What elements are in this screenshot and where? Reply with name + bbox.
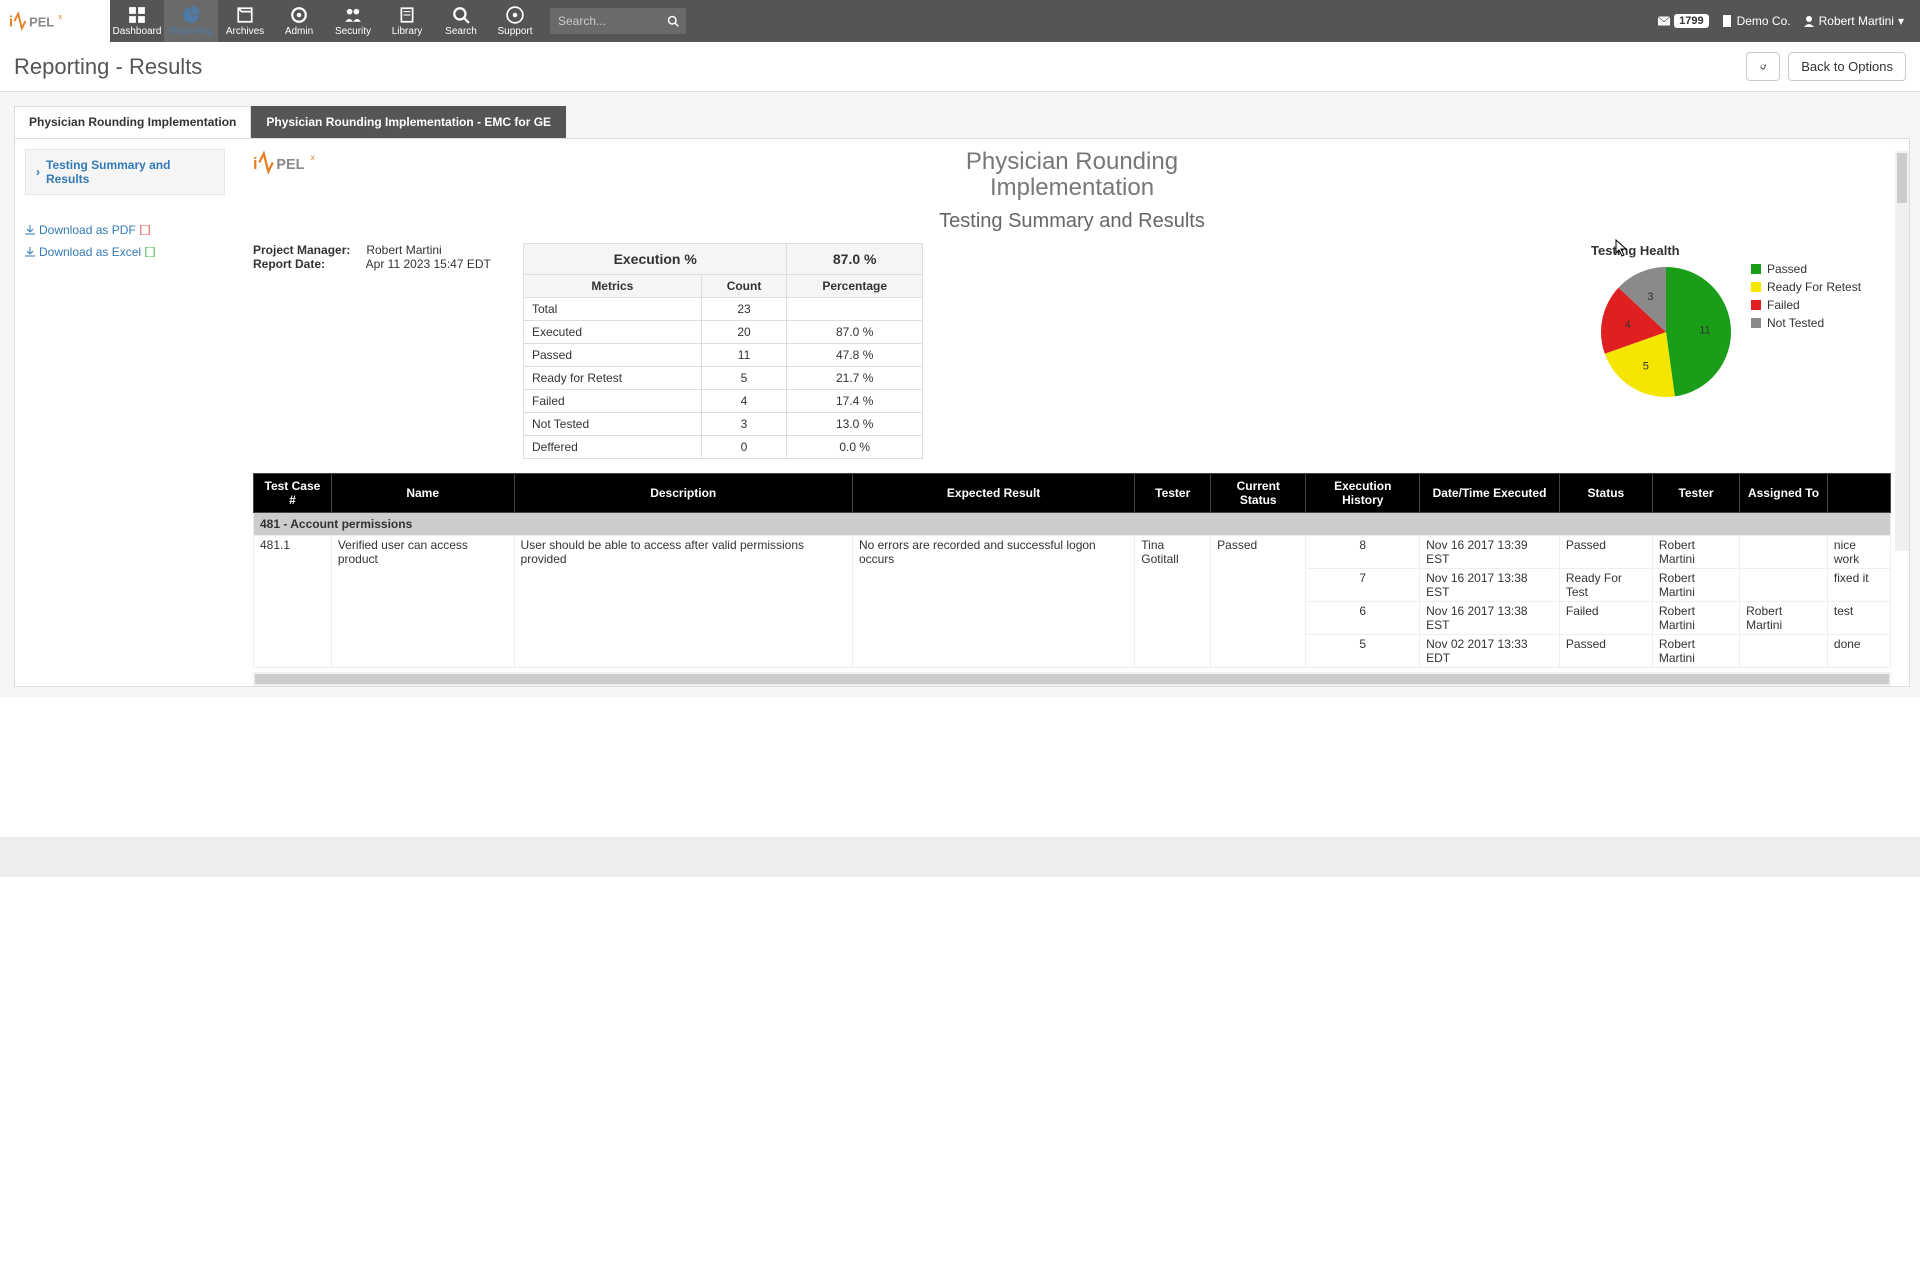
download-icon: [25, 225, 35, 235]
footer: [0, 837, 1920, 877]
nav-archives[interactable]: Archives: [218, 0, 272, 42]
tree-item-label: Testing Summary and Results: [46, 158, 214, 186]
tab[interactable]: Physician Rounding Implementation: [14, 106, 251, 138]
download-icon: [25, 247, 35, 257]
metrics-table: Execution %87.0 % MetricsCountPercentage…: [523, 243, 923, 459]
svg-text:4: 4: [1625, 319, 1631, 331]
svg-text:x: x: [59, 12, 63, 21]
nav-security[interactable]: Security: [326, 0, 380, 42]
report-meta: Project Manager: Robert Martini Report D…: [253, 243, 503, 459]
nav-reporting[interactable]: Reporting: [164, 0, 218, 42]
notifications[interactable]: 1799: [1658, 14, 1708, 28]
svg-text:3: 3: [1647, 291, 1653, 303]
mail-icon: [1658, 15, 1670, 27]
horizontal-scrollbar[interactable]: [253, 672, 1891, 686]
nav-library[interactable]: Library: [380, 0, 434, 42]
download-excel[interactable]: Download as Excel: [25, 245, 225, 259]
building-icon: [1721, 15, 1733, 27]
back-button[interactable]: Back to Options: [1788, 52, 1906, 81]
nav-dashboard[interactable]: Dashboard: [110, 0, 164, 42]
excel-icon: [145, 247, 155, 257]
notification-badge: 1799: [1674, 14, 1708, 28]
svg-text:x: x: [311, 153, 315, 162]
refresh-icon: [1759, 60, 1767, 74]
company-menu[interactable]: Demo Co.: [1721, 14, 1791, 28]
svg-text:5: 5: [1643, 360, 1649, 372]
nav-admin[interactable]: Admin: [272, 0, 326, 42]
search-button[interactable]: [660, 8, 686, 34]
cursor-icon: [1615, 239, 1629, 257]
company-label: Demo Co.: [1737, 14, 1791, 28]
svg-text:11: 11: [1699, 324, 1710, 336]
app-logo[interactable]: i PEL x: [0, 0, 110, 42]
svg-text:PEL: PEL: [29, 14, 54, 29]
page-title: Reporting - Results: [14, 54, 202, 80]
vertical-scrollbar[interactable]: [1895, 151, 1909, 551]
user-menu[interactable]: Robert Martini ▾: [1803, 14, 1904, 28]
report-title: Physician RoundingImplementation: [343, 149, 1801, 202]
svg-text:i: i: [253, 155, 258, 173]
tree-item-results[interactable]: › Testing Summary and Results: [25, 149, 225, 195]
results-table: Test Case #NameDescriptionExpected Resul…: [253, 473, 1891, 668]
user-icon: [1803, 15, 1815, 27]
chevron-right-icon: ›: [36, 165, 40, 179]
pdf-icon: [140, 225, 150, 235]
report-subtitle: Testing Summary and Results: [253, 210, 1891, 233]
chevron-down-icon: ▾: [1898, 14, 1904, 28]
refresh-button[interactable]: [1746, 52, 1780, 81]
user-label: Robert Martini: [1819, 14, 1894, 28]
nav-search[interactable]: Search: [434, 0, 488, 42]
svg-text:PEL: PEL: [276, 157, 304, 173]
report-logo: i PEL x: [253, 149, 343, 179]
pie-chart: 11 5 4 3: [1591, 262, 1741, 402]
chart-title: Testing Health: [1591, 243, 1891, 258]
nav-support[interactable]: Support: [488, 0, 542, 42]
tab[interactable]: Physician Rounding Implementation - EMC …: [251, 106, 566, 138]
chart-legend: PassedReady For RetestFailedNot Tested: [1751, 262, 1861, 334]
search-input[interactable]: [550, 8, 660, 34]
download-pdf[interactable]: Download as PDF: [25, 223, 225, 237]
svg-text:i: i: [9, 14, 13, 30]
main-nav: DashboardReportingArchivesAdminSecurityL…: [110, 0, 542, 42]
